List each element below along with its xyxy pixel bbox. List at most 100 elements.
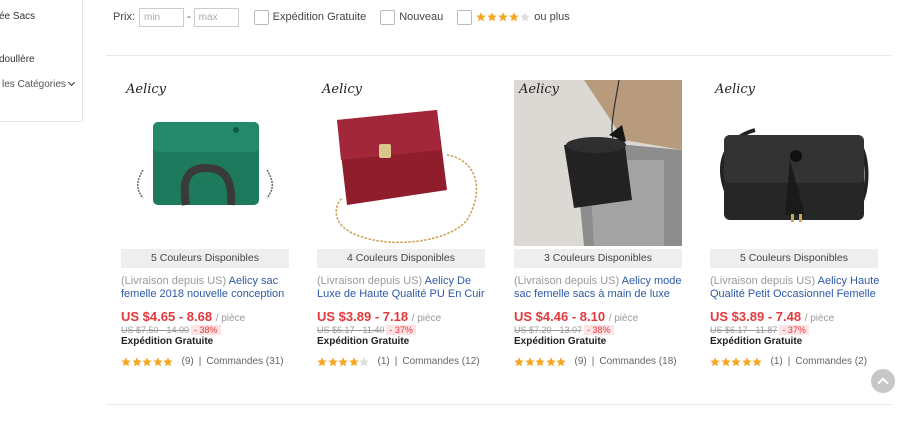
rating-stars (317, 356, 370, 367)
original-price-row: US $6.17 - 11.87- 37% (710, 325, 880, 335)
product-image[interactable]: Aelicy (710, 80, 878, 246)
discount-badge: - 38% (191, 325, 221, 335)
rating-checkbox[interactable] (457, 9, 473, 25)
orders-count[interactable]: Commandes (12) (402, 356, 479, 367)
colors-available: 3 Couleurs Disponibles (514, 249, 682, 268)
star-empty-icon (520, 12, 530, 22)
separator: | (591, 356, 595, 367)
discount-badge: - 37% (779, 325, 809, 335)
original-price: US $6.17 - 11.40 (317, 325, 385, 335)
separator: | (787, 356, 791, 367)
rating-filter-stars (476, 12, 531, 22)
rating-row: (9) | Commandes (31) (121, 356, 291, 367)
shipping-origin: (Livraison depuis US) (317, 275, 423, 287)
review-count[interactable]: (1) (378, 356, 390, 367)
star-filled-icon (535, 356, 545, 366)
free-shipping-badge: Expédition Gratuite (121, 336, 214, 347)
original-price-row: US $7.20 - 13.07- 38% (514, 325, 684, 335)
product-title[interactable]: (Livraison depuis US) Aelicy Haute Quali… (710, 275, 880, 301)
price-max-input[interactable] (193, 7, 239, 27)
product-image[interactable]: Aelicy (317, 80, 485, 246)
sidebar-item-bandouliere[interactable]: doullère (0, 54, 35, 65)
product-card[interactable]: Aelicy 5 Couleurs Disponibles (Livraison… (710, 80, 880, 367)
green-bag-image (137, 122, 273, 206)
filter-bar: Prix: - Expédition Gratuite Nouveau ou p… (113, 6, 584, 28)
star-filled-icon (545, 356, 556, 366)
all-categories-link[interactable]: les Catégories (2, 78, 75, 90)
discount-badge: - 37% (386, 325, 416, 335)
free-shipping-label: Expédition Gratuite (272, 11, 367, 23)
rating-row: (9) | Commandes (18) (514, 356, 684, 367)
rating-stars (121, 356, 174, 367)
star-filled-icon (731, 356, 741, 366)
product-image[interactable]: Aelicy (121, 80, 289, 246)
separator: | (394, 356, 398, 367)
discount-badge: - 38% (584, 325, 614, 335)
rating-row: (1) | Commandes (12) (317, 356, 487, 367)
orders-count[interactable]: Commandes (31) (206, 356, 283, 367)
original-price: US $7.50 - 14.00 (121, 325, 190, 335)
star-filled-icon (142, 356, 152, 366)
product-card[interactable]: Aelicy 3 Couleurs Disponibles (Livraison… (514, 80, 684, 367)
rating-stars (710, 356, 763, 367)
star-filled-icon (152, 356, 163, 366)
star-filled-icon (710, 356, 720, 366)
product-title[interactable]: (Livraison depuis US) Aelicy mode sac fe… (514, 275, 684, 301)
star-filled-icon (121, 356, 131, 366)
price-value: US $4.46 - 8.10 (514, 309, 606, 324)
star-filled-icon (498, 12, 508, 22)
brand-logo: Aelicy (519, 82, 560, 97)
free-shipping-badge: Expédition Gratuite (514, 336, 607, 347)
new-checkbox[interactable] (380, 9, 396, 25)
product-card[interactable]: Aelicy 5 Couleurs Disponibles (Livraison… (121, 80, 291, 367)
free-shipping-filter[interactable]: Expédition Gratuite (253, 9, 367, 25)
free-shipping-badge: Expédition Gratuite (710, 336, 803, 347)
product-title[interactable]: (Livraison depuis US) Aelicy sac femelle… (121, 275, 291, 301)
price-value: US $4.65 - 8.68 (121, 309, 213, 324)
rating-row: (1) | Commandes (2) (710, 356, 880, 367)
price-value: US $3.89 - 7.18 (317, 309, 409, 324)
original-price-row: US $7.50 - 14.00- 38% (121, 325, 291, 335)
review-count[interactable]: (1) (771, 356, 783, 367)
orders-count[interactable]: Commandes (2) (795, 356, 867, 367)
brand-logo: Aelicy (715, 82, 756, 97)
product-title[interactable]: (Livraison depuis US) Aelicy De Luxe de … (317, 275, 487, 301)
shipping-origin: (Livraison depuis US) (514, 275, 620, 287)
category-sidebar: ée Sacs doullère les Catégories (0, 0, 83, 122)
price-unit: / pièce (411, 313, 442, 324)
product-image[interactable]: Aelicy (514, 80, 682, 246)
separator: | (198, 356, 202, 367)
sidebar-item-sacs[interactable]: ée Sacs (0, 11, 35, 22)
back-to-top-button[interactable] (871, 369, 895, 393)
star-filled-icon (514, 356, 524, 366)
original-price: US $6.17 - 11.87 (710, 325, 778, 335)
free-shipping-badge: Expédition Gratuite (317, 336, 410, 347)
rating-stars (514, 356, 567, 367)
star-filled-icon (752, 356, 762, 366)
review-count[interactable]: (9) (575, 356, 587, 367)
new-filter[interactable]: Nouveau (380, 9, 443, 25)
star-filled-icon (720, 356, 731, 366)
star-filled-icon (131, 356, 142, 366)
star-filled-icon (487, 12, 497, 22)
star-filled-icon (556, 356, 566, 366)
review-count[interactable]: (9) (182, 356, 194, 367)
orders-count[interactable]: Commandes (18) (599, 356, 676, 367)
product-card[interactable]: Aelicy 4 Couleurs Disponibles (Livraison… (317, 80, 487, 367)
free-shipping-checkbox[interactable] (253, 9, 269, 25)
brand-logo: Aelicy (126, 82, 167, 97)
price-label: Prix: (113, 11, 135, 23)
star-filled-icon (317, 356, 327, 366)
original-price: US $7.20 - 13.07 (514, 325, 583, 335)
all-categories-label: les Catégories (2, 79, 66, 90)
black-crossbody-bag-image (720, 128, 869, 222)
price-min-input[interactable] (139, 7, 184, 27)
price-unit: / pièce (804, 313, 835, 324)
rating-filter-label: ou plus (534, 11, 570, 23)
star-filled-icon (741, 356, 752, 366)
price-unit: / pièce (608, 313, 639, 324)
original-price-row: US $6.17 - 11.40- 37% (317, 325, 487, 335)
rating-filter[interactable]: ou plus (457, 9, 570, 25)
star-filled-icon (476, 12, 486, 22)
price: US $3.89 - 7.18 / pièce (317, 309, 487, 324)
